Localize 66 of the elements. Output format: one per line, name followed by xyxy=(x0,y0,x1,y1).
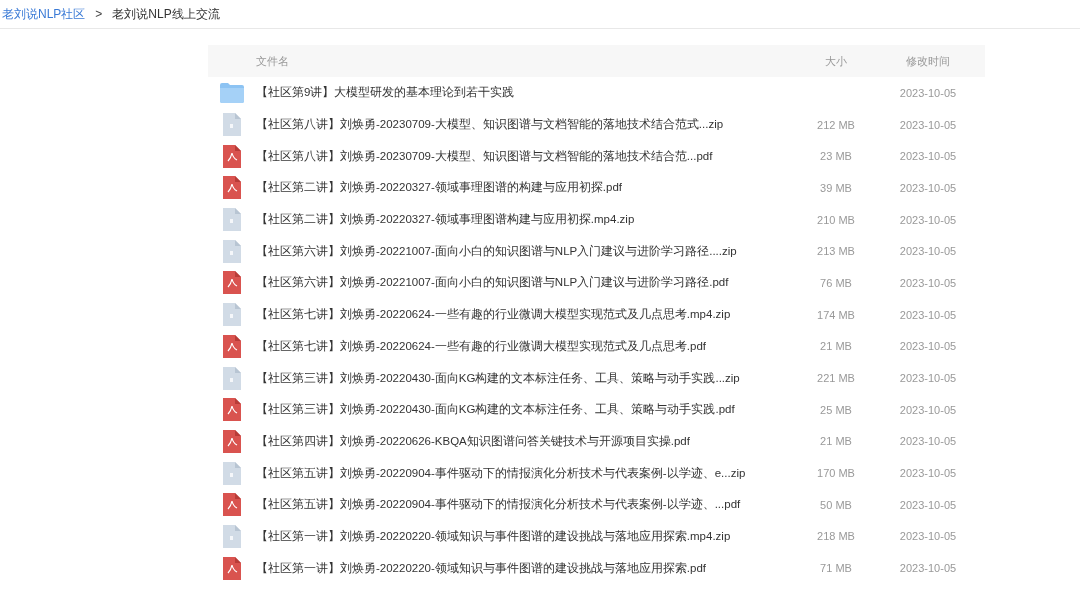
file-size: 71 MB xyxy=(819,562,853,575)
modified-date: 2023-10-05 xyxy=(898,340,958,353)
file-size: 39 MB xyxy=(819,181,853,194)
file-name[interactable]: 【社区第六讲】刘焕勇-20221007-面向小白的知识图谱与NLP入门建议与进阶学习路径.pdf xyxy=(256,275,801,291)
zip-file-icon xyxy=(222,112,242,138)
file-size: 25 MB xyxy=(819,403,853,416)
modified-date: 2023-10-05 xyxy=(898,530,958,543)
folder-icon xyxy=(219,81,245,104)
breadcrumb-separator: > xyxy=(95,7,103,21)
file-name[interactable]: 【社区第四讲】刘焕勇-20220626-KBQA知识图谱问答关键技术与开源项目实操.pdf xyxy=(256,433,801,449)
modified-date: 2023-10-05 xyxy=(898,245,958,258)
file-name[interactable]: 【社区第七讲】刘焕勇-20220624-一些有趣的行业微调大模型实现范式及几点思考.pdf xyxy=(256,338,801,354)
zip-file-icon xyxy=(222,365,242,391)
pdf-file-icon xyxy=(222,428,242,454)
file-size: 21 MB xyxy=(819,340,853,353)
zip-file-icon xyxy=(222,238,242,264)
file-name[interactable]: 【社区第八讲】刘焕勇-20230709-大模型、知识图谱与文档智能的落地技术结合范式...zip xyxy=(256,117,801,133)
file-size: 174 MB xyxy=(816,308,856,321)
modified-date: 2023-10-05 xyxy=(898,403,958,416)
modified-date: 2023-10-05 xyxy=(898,118,958,131)
modified-date: 2023-10-05 xyxy=(898,467,958,480)
file-name[interactable]: 【社区第三讲】刘焕勇-20220430-面向KG构建的文本标注任务、工具、策略与动手实践.pdf xyxy=(256,402,801,418)
pdf-file-icon xyxy=(222,270,242,296)
file-name[interactable]: 【社区第一讲】刘焕勇-20220220-领域知识与事件图谱的建设挑战与落地应用探索.pdf xyxy=(256,560,801,576)
modified-date: 2023-10-05 xyxy=(898,276,958,289)
pdf-file-icon xyxy=(222,492,242,518)
file-size: 170 MB xyxy=(816,467,856,480)
zip-file-icon xyxy=(222,460,242,486)
file-size: 23 MB xyxy=(819,150,853,163)
modified-date: 2023-10-05 xyxy=(898,213,958,226)
modified-date: 2023-10-05 xyxy=(898,308,958,321)
file-size: 221 MB xyxy=(816,372,856,385)
pdf-file-icon xyxy=(222,175,242,201)
file-name[interactable]: 【社区第二讲】刘焕勇-20220327-领域事理图谱构建与应用初探.mp4.zip xyxy=(256,212,801,228)
file-size: 50 MB xyxy=(819,498,853,511)
modified-date: 2023-10-05 xyxy=(898,150,958,163)
file-size: 210 MB xyxy=(816,213,856,226)
file-name[interactable]: 【社区第一讲】刘焕勇-20220220-领域知识与事件图谱的建设挑战与落地应用探索.mp4.zip xyxy=(256,528,801,544)
file-size: 21 MB xyxy=(819,435,853,448)
file-name[interactable]: 【社区第五讲】刘焕勇-20220904-事件驱动下的情报演化分析技术与代表案例-以学迹、...pdf xyxy=(256,497,801,513)
file-name[interactable]: 【社区第二讲】刘焕勇-20220327-领域事理图谱的构建与应用初探.pdf xyxy=(256,180,801,196)
file-name[interactable]: 【社区第9讲】大模型研发的基本理论到若干实践 xyxy=(256,85,801,101)
modified-date: 2023-10-05 xyxy=(898,498,958,511)
file-size: 212 MB xyxy=(816,118,856,131)
file-size: 76 MB xyxy=(819,276,853,289)
file-name[interactable]: 【社区第五讲】刘焕勇-20220904-事件驱动下的情报演化分析技术与代表案例-以学迹、e...zip xyxy=(256,465,801,481)
breadcrumb-current: 老刘说NLP线上交流 xyxy=(112,5,220,23)
breadcrumb-link[interactable]: 老刘说NLP社区 xyxy=(2,5,86,23)
modified-date: 2023-10-05 xyxy=(898,86,958,99)
file-name[interactable]: 【社区第八讲】刘焕勇-20230709-大模型、知识图谱与文档智能的落地技术结合范...pdf xyxy=(256,148,801,164)
modified-date: 2023-10-05 xyxy=(898,181,958,194)
modified-date: 2023-10-05 xyxy=(898,372,958,385)
pdf-file-icon xyxy=(222,143,242,169)
pdf-file-icon xyxy=(222,397,242,423)
file-size: 213 MB xyxy=(816,245,856,258)
file-name[interactable]: 【社区第七讲】刘焕勇-20220624-一些有趣的行业微调大模型实现范式及几点思考.mp4.zip xyxy=(256,307,801,323)
zip-file-icon xyxy=(222,207,242,233)
file-size: 218 MB xyxy=(816,530,856,543)
pdf-file-icon xyxy=(222,555,242,581)
zip-file-icon xyxy=(222,523,242,549)
pdf-file-icon xyxy=(222,333,242,359)
zip-file-icon xyxy=(222,302,242,328)
file-name[interactable]: 【社区第六讲】刘焕勇-20221007-面向小白的知识图谱与NLP入门建议与进阶学习路径....zip xyxy=(256,243,801,259)
modified-date: 2023-10-05 xyxy=(898,562,958,575)
file-name[interactable]: 【社区第三讲】刘焕勇-20220430-面向KG构建的文本标注任务、工具、策略与动手实践...zip xyxy=(256,370,801,386)
modified-date: 2023-10-05 xyxy=(898,435,958,448)
